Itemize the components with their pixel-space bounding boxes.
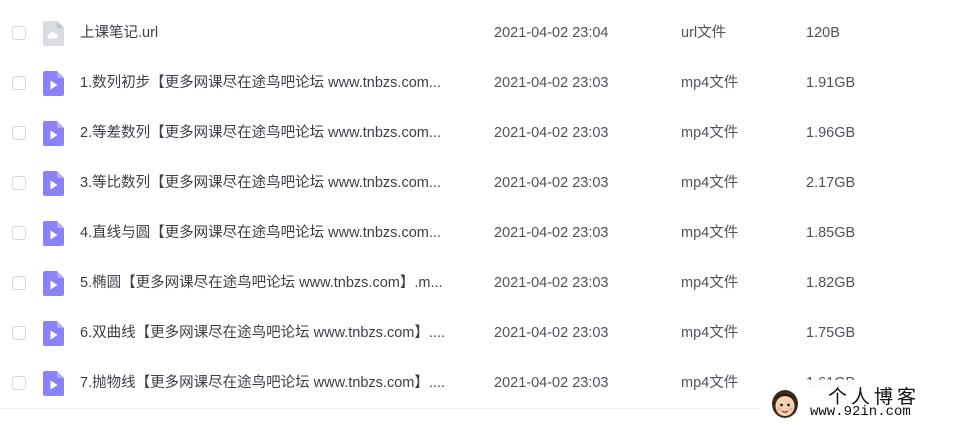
file-size: 1.85GB: [806, 225, 856, 241]
file-row[interactable]: 4.直线与圆【更多网课尽在途鸟吧论坛 www.tnbzs.com... 2021…: [0, 208, 960, 258]
file-type: mp4文件: [681, 75, 739, 91]
cartoon-face-icon: [770, 386, 800, 420]
file-list: 上课笔记.url 2021-04-02 23:04 url文件 120B 1.数…: [0, 8, 960, 408]
video-file-icon: [43, 371, 64, 396]
url-file-icon: [43, 21, 64, 46]
list-divider: [0, 408, 760, 409]
file-size: 1.91GB: [806, 75, 856, 91]
row-checkbox[interactable]: [12, 226, 26, 240]
file-type: mp4文件: [681, 325, 739, 341]
file-size: 120B: [806, 25, 840, 41]
file-name[interactable]: 5.椭圆【更多网课尽在途鸟吧论坛 www.tnbzs.com】.m...: [80, 274, 475, 292]
watermark: 个人博客 www.92in.com: [766, 380, 956, 424]
file-name[interactable]: 3.等比数列【更多网课尽在途鸟吧论坛 www.tnbzs.com...: [80, 174, 475, 192]
video-file-icon: [43, 271, 64, 296]
row-checkbox[interactable]: [12, 176, 26, 190]
row-checkbox[interactable]: [12, 76, 26, 90]
row-checkbox[interactable]: [12, 26, 26, 40]
row-checkbox[interactable]: [12, 276, 26, 290]
file-size: 1.75GB: [806, 325, 856, 341]
file-date: 2021-04-02 23:03: [494, 275, 609, 291]
file-name[interactable]: 上课笔记.url: [80, 24, 475, 42]
file-row[interactable]: 1.数列初步【更多网课尽在途鸟吧论坛 www.tnbzs.com... 2021…: [0, 58, 960, 108]
file-size: 1.96GB: [806, 125, 856, 141]
row-checkbox[interactable]: [12, 326, 26, 340]
file-date: 2021-04-02 23:03: [494, 75, 609, 91]
video-file-icon: [43, 221, 64, 246]
file-date: 2021-04-02 23:03: [494, 225, 609, 241]
file-type: mp4文件: [681, 225, 739, 241]
file-name[interactable]: 2.等差数列【更多网课尽在途鸟吧论坛 www.tnbzs.com...: [80, 124, 475, 142]
file-date: 2021-04-02 23:03: [494, 175, 609, 191]
video-file-icon: [43, 121, 64, 146]
file-type: mp4文件: [681, 125, 739, 141]
video-file-icon: [43, 71, 64, 96]
file-size: 2.17GB: [806, 175, 856, 191]
watermark-url: www.92in.com: [810, 404, 911, 420]
row-checkbox[interactable]: [12, 376, 26, 390]
file-name[interactable]: 6.双曲线【更多网课尽在途鸟吧论坛 www.tnbzs.com】....: [80, 324, 475, 342]
file-name[interactable]: 7.抛物线【更多网课尽在途鸟吧论坛 www.tnbzs.com】....: [80, 374, 475, 392]
file-name[interactable]: 1.数列初步【更多网课尽在途鸟吧论坛 www.tnbzs.com...: [80, 74, 475, 92]
file-date: 2021-04-02 23:03: [494, 125, 609, 141]
file-row[interactable]: 5.椭圆【更多网课尽在途鸟吧论坛 www.tnbzs.com】.m... 202…: [0, 258, 960, 308]
file-row[interactable]: 6.双曲线【更多网课尽在途鸟吧论坛 www.tnbzs.com】.... 202…: [0, 308, 960, 358]
file-name[interactable]: 4.直线与圆【更多网课尽在途鸟吧论坛 www.tnbzs.com...: [80, 224, 475, 242]
row-checkbox[interactable]: [12, 126, 26, 140]
file-row[interactable]: 3.等比数列【更多网课尽在途鸟吧论坛 www.tnbzs.com... 2021…: [0, 158, 960, 208]
file-row[interactable]: 上课笔记.url 2021-04-02 23:04 url文件 120B: [0, 8, 960, 58]
file-date: 2021-04-02 23:03: [494, 375, 609, 391]
video-file-icon: [43, 321, 64, 346]
file-size: 1.82GB: [806, 275, 856, 291]
file-date: 2021-04-02 23:03: [494, 325, 609, 341]
file-type: mp4文件: [681, 275, 739, 291]
file-row[interactable]: 2.等差数列【更多网课尽在途鸟吧论坛 www.tnbzs.com... 2021…: [0, 108, 960, 158]
file-type: mp4文件: [681, 175, 739, 191]
video-file-icon: [43, 171, 64, 196]
file-date: 2021-04-02 23:04: [494, 25, 609, 41]
file-type: mp4文件: [681, 375, 739, 391]
file-type: url文件: [681, 25, 727, 41]
